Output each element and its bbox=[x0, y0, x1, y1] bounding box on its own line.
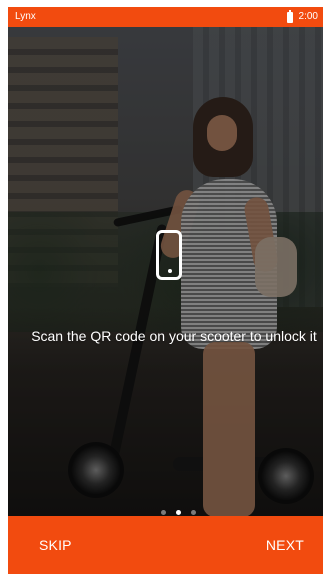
status-right: 2:00 bbox=[286, 7, 318, 27]
pager-dots bbox=[161, 510, 196, 515]
status-time: 2:00 bbox=[298, 11, 318, 22]
pager-dot-3 bbox=[191, 510, 196, 515]
skip-button[interactable]: SKIP bbox=[39, 516, 72, 574]
onboarding-message: Scan the QR code on your scooter to unlo… bbox=[31, 328, 317, 344]
battery-icon bbox=[286, 9, 293, 23]
pager-dot-2 bbox=[176, 510, 181, 515]
app-title: Lynx bbox=[15, 11, 36, 22]
status-bar: Lynx 2:00 bbox=[8, 7, 323, 27]
onboarding-hero: Scan the QR code on your scooter to unlo… bbox=[8, 27, 323, 516]
bottom-action-bar: SKIP NEXT bbox=[8, 516, 323, 574]
onboarding-screen: Lynx 2:00 Scan the QR code on your scoot… bbox=[0, 0, 323, 574]
next-button[interactable]: NEXT bbox=[266, 516, 304, 574]
pager-dot-1 bbox=[161, 510, 166, 515]
smartphone-icon bbox=[156, 230, 182, 280]
